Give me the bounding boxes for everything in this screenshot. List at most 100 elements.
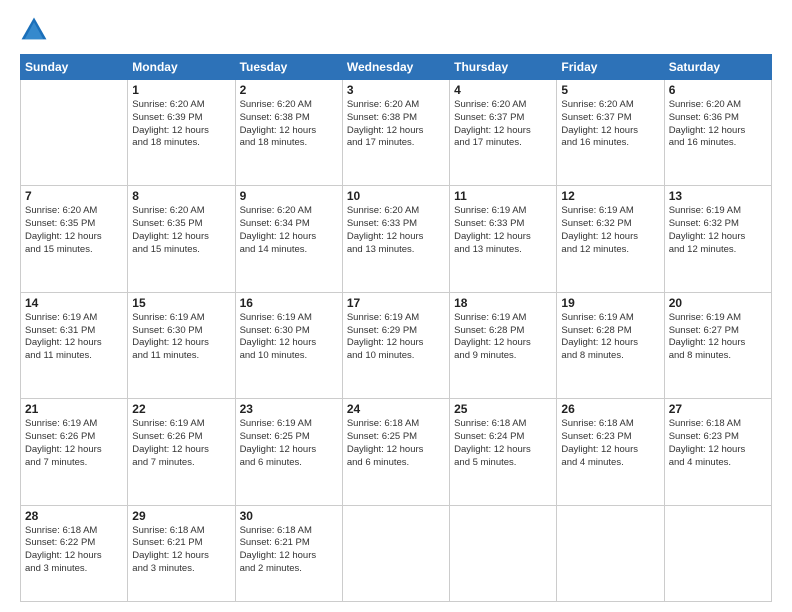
calendar-week-4: 21 Sunrise: 6:19 AMSunset: 6:26 PMDayligh… — [21, 399, 772, 505]
day-info: Sunrise: 6:19 AMSunset: 6:26 PMDaylight:… — [132, 418, 230, 469]
calendar-cell: 30 Sunrise: 6:18 AMSunset: 6:21 PMDayligh… — [235, 505, 342, 601]
calendar-cell: 29Sunrise: 6:18 AMSunset: 6:21 PMDayligh… — [128, 505, 235, 601]
day-number: 3 — [347, 83, 445, 97]
calendar-cell: 27Sunrise: 6:18 AMSunset: 6:23 PMDayligh… — [664, 399, 771, 505]
day-info: Sunrise: 6:18 AMSunset: 6:24 PMDaylight:… — [454, 418, 552, 469]
day-info: Sunrise: 6:18 AMSunset: 6:22 PMDaylight:… — [25, 525, 123, 576]
calendar-table: SundayMondayTuesdayWednesdayThursdayFrid… — [20, 54, 772, 602]
calendar-header-friday: Friday — [557, 55, 664, 80]
calendar-cell: 16 Sunrise: 6:19 AMSunset: 6:30 PMDayligh… — [235, 292, 342, 398]
calendar-cell: 13 Sunrise: 6:19 AMSunset: 6:32 PMDayligh… — [664, 186, 771, 292]
calendar-cell — [21, 80, 128, 186]
day-info: Sunrise: 6:20 AMSunset: 6:33 PMDaylight:… — [347, 205, 445, 256]
day-info: Sunrise: 6:19 AMSunset: 6:27 PMDaylight:… — [669, 312, 767, 363]
calendar-cell: 5 Sunrise: 6:20 AMSunset: 6:37 PMDaylight… — [557, 80, 664, 186]
calendar-cell: 21 Sunrise: 6:19 AMSunset: 6:26 PMDayligh… — [21, 399, 128, 505]
day-number: 20 — [669, 296, 767, 310]
calendar-cell: 24 Sunrise: 6:18 AMSunset: 6:25 PMDayligh… — [342, 399, 449, 505]
calendar-cell — [342, 505, 449, 601]
calendar-header-thursday: Thursday — [450, 55, 557, 80]
calendar-header-tuesday: Tuesday — [235, 55, 342, 80]
calendar-cell: 12Sunrise: 6:19 AMSunset: 6:32 PMDayligh… — [557, 186, 664, 292]
day-number: 21 — [25, 402, 123, 416]
day-number: 6 — [669, 83, 767, 97]
day-info: Sunrise: 6:20 AMSunset: 6:38 PMDaylight:… — [347, 99, 445, 150]
day-number: 19 — [561, 296, 659, 310]
day-number: 16 — [240, 296, 338, 310]
day-info: Sunrise: 6:19 AMSunset: 6:26 PMDaylight:… — [25, 418, 123, 469]
calendar-cell: 11 Sunrise: 6:19 AMSunset: 6:33 PMDayligh… — [450, 186, 557, 292]
day-number: 14 — [25, 296, 123, 310]
calendar-header-sunday: Sunday — [21, 55, 128, 80]
calendar-cell: 18Sunrise: 6:19 AMSunset: 6:28 PMDayligh… — [450, 292, 557, 398]
day-number: 2 — [240, 83, 338, 97]
calendar-cell: 15 Sunrise: 6:19 AMSunset: 6:30 PMDayligh… — [128, 292, 235, 398]
calendar-cell: 6 Sunrise: 6:20 AMSunset: 6:36 PMDaylight… — [664, 80, 771, 186]
day-number: 26 — [561, 402, 659, 416]
calendar-week-3: 14 Sunrise: 6:19 AMSunset: 6:31 PMDayligh… — [21, 292, 772, 398]
day-info: Sunrise: 6:18 AMSunset: 6:21 PMDaylight:… — [132, 525, 230, 576]
day-info: Sunrise: 6:20 AMSunset: 6:39 PMDaylight:… — [132, 99, 230, 150]
day-info: Sunrise: 6:19 AMSunset: 6:33 PMDaylight:… — [454, 205, 552, 256]
day-number: 17 — [347, 296, 445, 310]
calendar-cell: 2 Sunrise: 6:20 AMSunset: 6:38 PMDaylight… — [235, 80, 342, 186]
calendar-week-2: 7 Sunrise: 6:20 AMSunset: 6:35 PMDaylight… — [21, 186, 772, 292]
calendar-cell: 22 Sunrise: 6:19 AMSunset: 6:26 PMDayligh… — [128, 399, 235, 505]
day-number: 22 — [132, 402, 230, 416]
calendar-cell: 1 Sunrise: 6:20 AMSunset: 6:39 PMDaylight… — [128, 80, 235, 186]
calendar-cell: 8Sunrise: 6:20 AMSunset: 6:35 PMDaylight… — [128, 186, 235, 292]
day-number: 5 — [561, 83, 659, 97]
day-number: 25 — [454, 402, 552, 416]
calendar-header-row: SundayMondayTuesdayWednesdayThursdayFrid… — [21, 55, 772, 80]
calendar-cell — [557, 505, 664, 601]
day-info: Sunrise: 6:18 AMSunset: 6:21 PMDaylight:… — [240, 525, 338, 576]
calendar-cell: 25 Sunrise: 6:18 AMSunset: 6:24 PMDayligh… — [450, 399, 557, 505]
calendar-header-monday: Monday — [128, 55, 235, 80]
day-number: 7 — [25, 189, 123, 203]
day-number: 15 — [132, 296, 230, 310]
logo-icon — [20, 16, 48, 44]
calendar-cell: 23 Sunrise: 6:19 AMSunset: 6:25 PMDayligh… — [235, 399, 342, 505]
calendar-cell: 3 Sunrise: 6:20 AMSunset: 6:38 PMDaylight… — [342, 80, 449, 186]
calendar-cell: 28 Sunrise: 6:18 AMSunset: 6:22 PMDayligh… — [21, 505, 128, 601]
day-info: Sunrise: 6:20 AMSunset: 6:37 PMDaylight:… — [561, 99, 659, 150]
calendar-cell: 4 Sunrise: 6:20 AMSunset: 6:37 PMDaylight… — [450, 80, 557, 186]
day-info: Sunrise: 6:19 AMSunset: 6:31 PMDaylight:… — [25, 312, 123, 363]
day-number: 30 — [240, 509, 338, 523]
calendar-header-wednesday: Wednesday — [342, 55, 449, 80]
day-info: Sunrise: 6:19 AMSunset: 6:32 PMDaylight:… — [561, 205, 659, 256]
day-info: Sunrise: 6:20 AMSunset: 6:36 PMDaylight:… — [669, 99, 767, 150]
calendar-week-1: 1 Sunrise: 6:20 AMSunset: 6:39 PMDaylight… — [21, 80, 772, 186]
calendar-cell: 26 Sunrise: 6:18 AMSunset: 6:23 PMDayligh… — [557, 399, 664, 505]
day-number: 1 — [132, 83, 230, 97]
day-info: Sunrise: 6:19 AMSunset: 6:30 PMDaylight:… — [132, 312, 230, 363]
day-info: Sunrise: 6:20 AMSunset: 6:37 PMDaylight:… — [454, 99, 552, 150]
day-number: 9 — [240, 189, 338, 203]
day-number: 28 — [25, 509, 123, 523]
calendar-cell: 7 Sunrise: 6:20 AMSunset: 6:35 PMDaylight… — [21, 186, 128, 292]
day-number: 11 — [454, 189, 552, 203]
day-number: 10 — [347, 189, 445, 203]
day-info: Sunrise: 6:19 AMSunset: 6:28 PMDaylight:… — [454, 312, 552, 363]
day-info: Sunrise: 6:20 AMSunset: 6:34 PMDaylight:… — [240, 205, 338, 256]
day-info: Sunrise: 6:19 AMSunset: 6:25 PMDaylight:… — [240, 418, 338, 469]
day-info: Sunrise: 6:19 AMSunset: 6:30 PMDaylight:… — [240, 312, 338, 363]
day-info: Sunrise: 6:18 AMSunset: 6:23 PMDaylight:… — [561, 418, 659, 469]
calendar-cell — [450, 505, 557, 601]
page: SundayMondayTuesdayWednesdayThursdayFrid… — [0, 0, 792, 612]
calendar-cell: 20 Sunrise: 6:19 AMSunset: 6:27 PMDayligh… — [664, 292, 771, 398]
day-number: 4 — [454, 83, 552, 97]
header — [20, 16, 772, 44]
day-info: Sunrise: 6:20 AMSunset: 6:38 PMDaylight:… — [240, 99, 338, 150]
day-number: 23 — [240, 402, 338, 416]
day-info: Sunrise: 6:20 AMSunset: 6:35 PMDaylight:… — [25, 205, 123, 256]
day-number: 27 — [669, 402, 767, 416]
day-info: Sunrise: 6:19 AMSunset: 6:32 PMDaylight:… — [669, 205, 767, 256]
logo — [20, 16, 52, 44]
day-number: 13 — [669, 189, 767, 203]
day-number: 24 — [347, 402, 445, 416]
day-info: Sunrise: 6:18 AMSunset: 6:25 PMDaylight:… — [347, 418, 445, 469]
calendar-cell: 10 Sunrise: 6:20 AMSunset: 6:33 PMDayligh… — [342, 186, 449, 292]
calendar-cell — [664, 505, 771, 601]
calendar-cell: 19Sunrise: 6:19 AMSunset: 6:28 PMDayligh… — [557, 292, 664, 398]
